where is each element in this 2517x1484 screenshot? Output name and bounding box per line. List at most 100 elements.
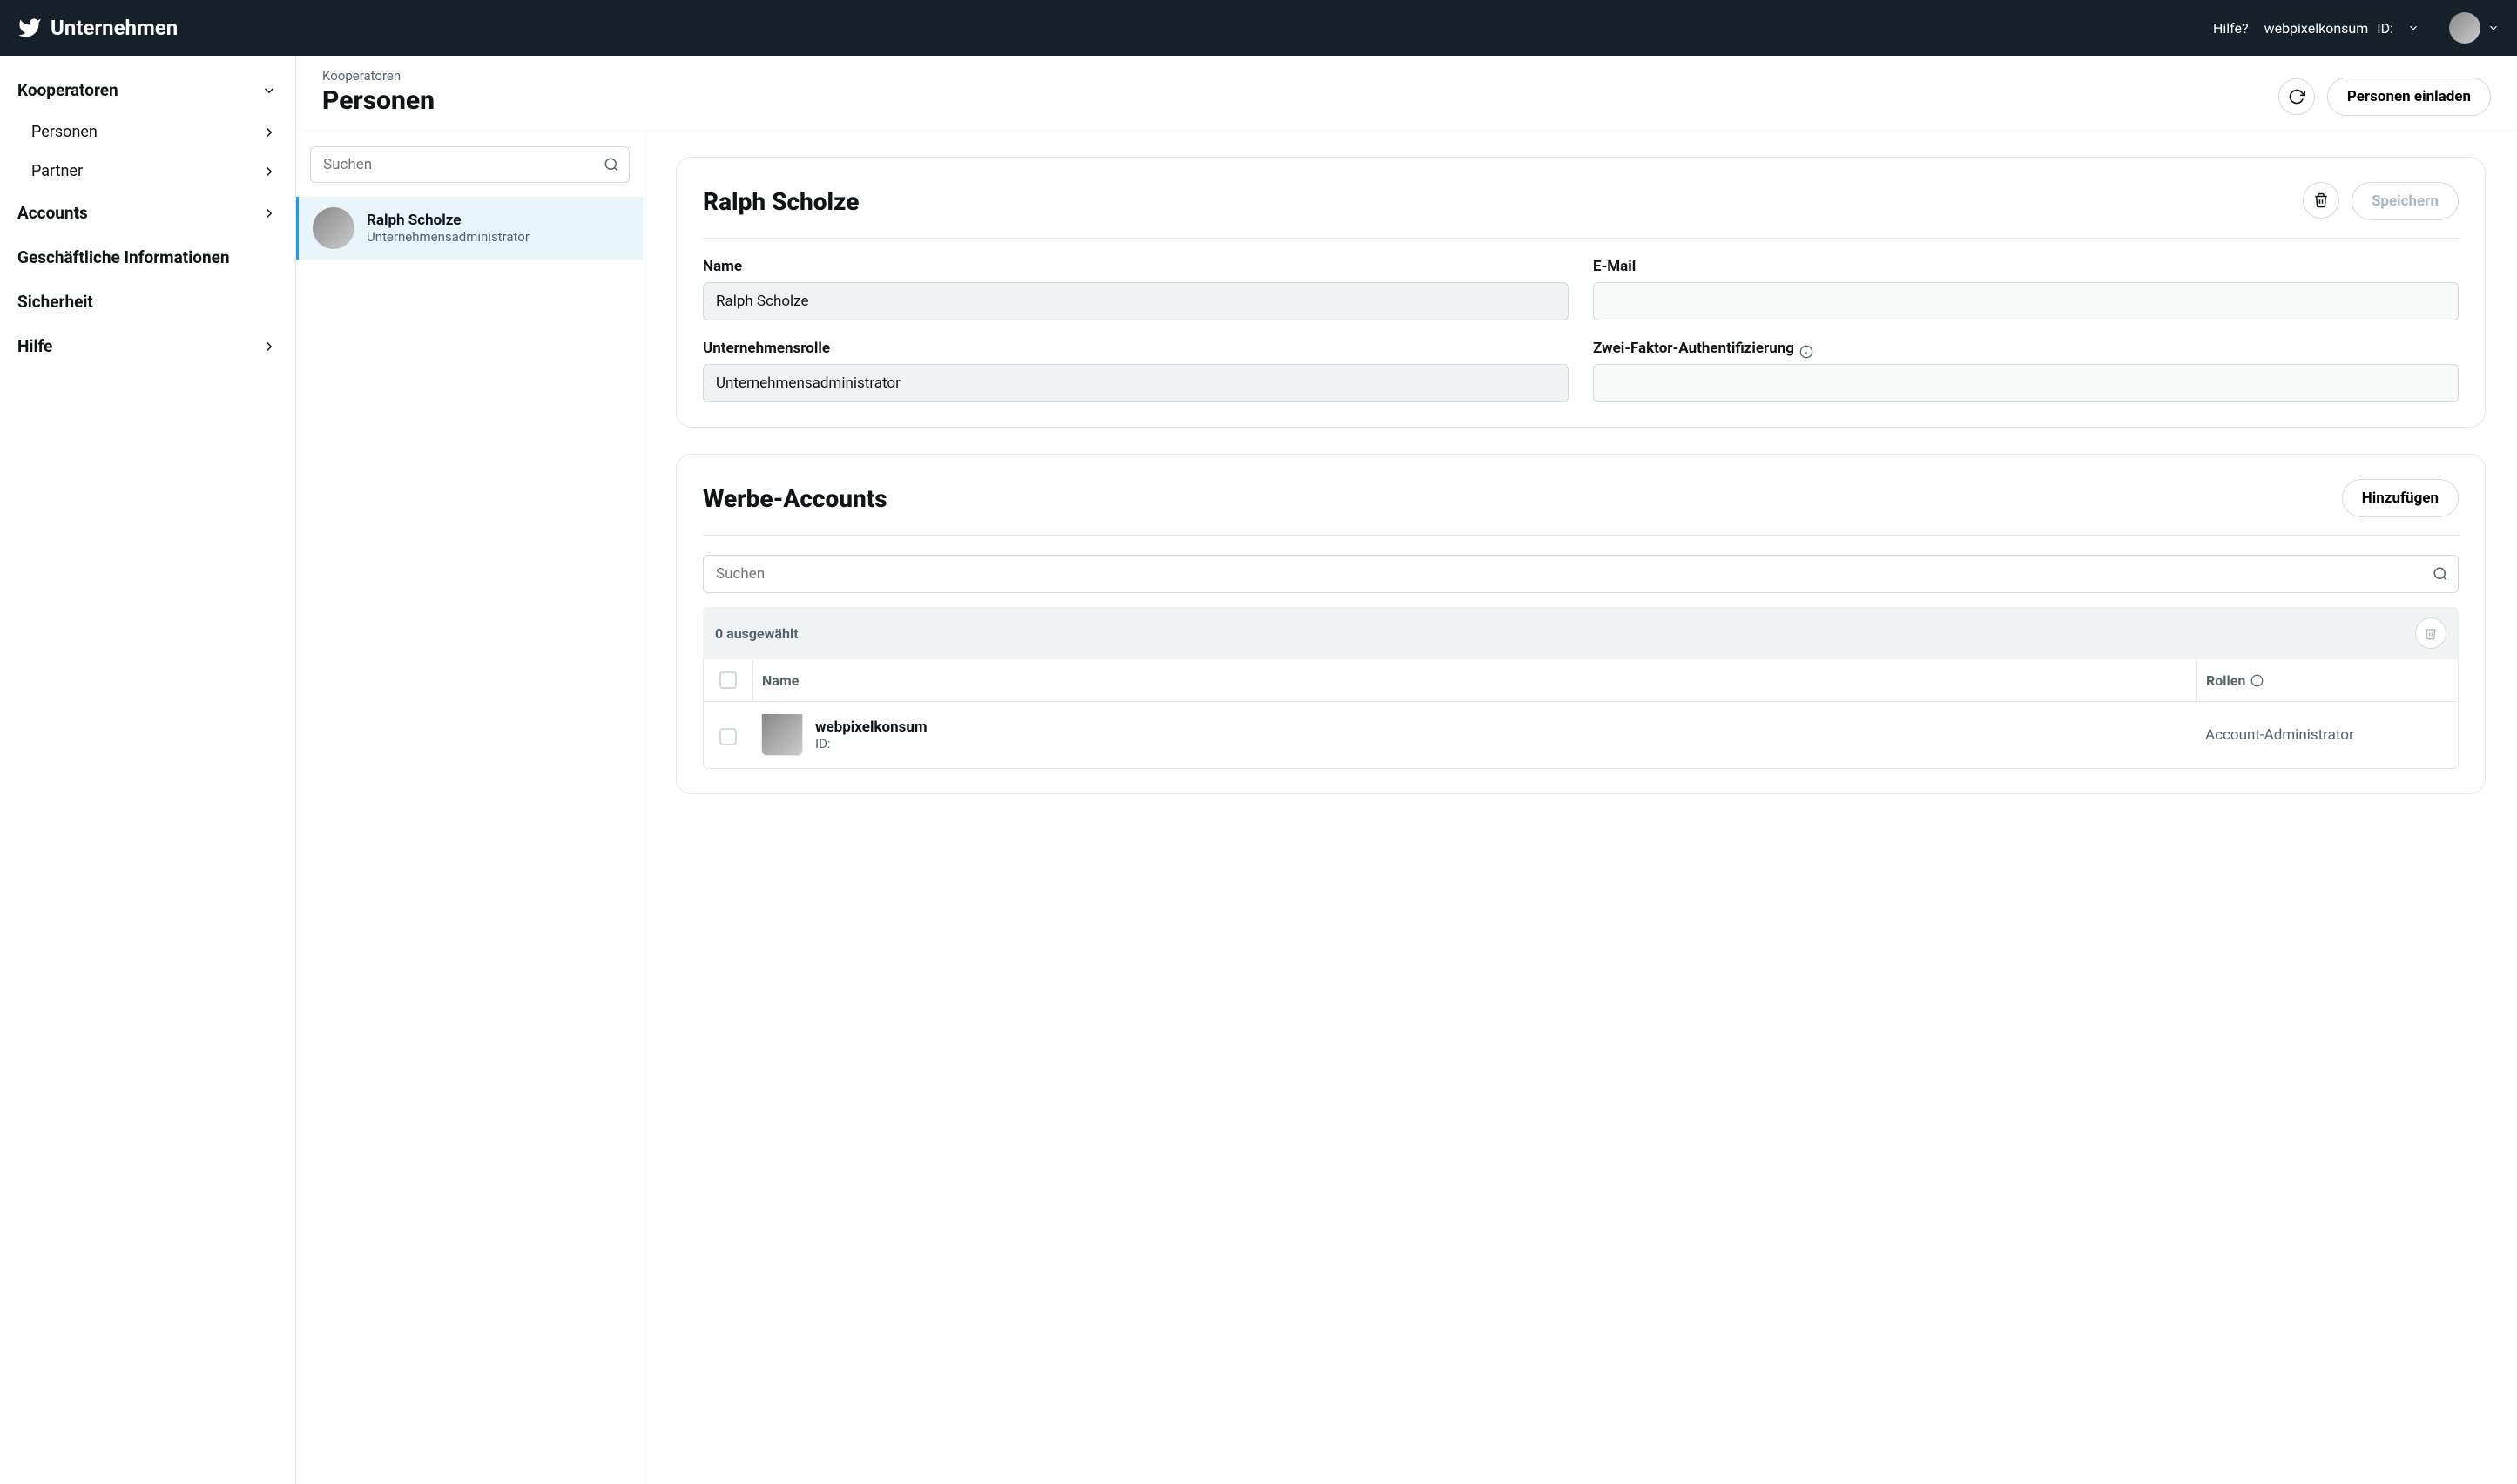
account-name: webpixelkonsum <box>2264 20 2369 37</box>
people-search-input[interactable] <box>310 146 630 183</box>
td-name: webpixelkonsum ID: <box>752 714 2196 756</box>
chevron-down-icon <box>2487 22 2500 34</box>
twofa-label: Zwei-Faktor-Authentifizierung <box>1593 340 1794 357</box>
account-name: webpixelkonsum <box>815 718 928 736</box>
search-icon <box>2433 566 2448 582</box>
page-header-titles: Kooperatoren Personen <box>322 68 435 116</box>
sidebar-item-label: Partner <box>31 162 83 180</box>
detail-column: Ralph Scholze Speichern Name <box>644 132 2517 1484</box>
th-checkbox <box>704 659 752 701</box>
people-search-wrap <box>296 132 644 197</box>
help-link[interactable]: Hilfe? <box>2213 20 2249 37</box>
email-label: E-Mail <box>1593 258 2459 275</box>
info-icon[interactable] <box>1799 345 1813 359</box>
brand-title: Unternehmen <box>51 16 178 40</box>
avatar <box>313 207 354 249</box>
card-actions: Hinzufügen <box>2342 479 2459 517</box>
sidebar-item-label: Kooperatoren <box>17 80 118 100</box>
field-twofa: Zwei-Faktor-Authentifizierung <box>1593 340 2459 402</box>
card-actions: Speichern <box>2303 182 2459 220</box>
detail-title: Ralph Scholze <box>703 187 859 216</box>
sidebar-subitem-partner[interactable]: Partner <box>0 152 295 191</box>
sidebar-item-label: Geschäftliche Informationen <box>17 247 230 267</box>
search-icon <box>604 157 619 172</box>
trash-icon <box>2424 626 2438 640</box>
sidebar-item-label: Hilfe <box>17 336 52 356</box>
accounts-table: Name Rollen <box>703 659 2459 769</box>
header-right: Hilfe? webpixelkonsum ID: <box>2213 12 2500 44</box>
delete-person-button[interactable] <box>2303 182 2339 219</box>
name-input[interactable] <box>703 282 1569 320</box>
delete-selected-button[interactable] <box>2415 617 2446 649</box>
trash-icon <box>2313 192 2329 208</box>
sidebar-item-accounts[interactable]: Accounts <box>0 191 295 235</box>
th-roles-label: Rollen <box>2206 672 2245 689</box>
ad-accounts-card: Werbe-Accounts Hinzufügen 0 ausgewählt <box>676 454 2486 794</box>
save-button[interactable]: Speichern <box>2352 182 2459 220</box>
ad-accounts-title: Werbe-Accounts <box>703 484 887 513</box>
table-header: Name Rollen <box>704 659 2458 702</box>
card-header: Werbe-Accounts Hinzufügen <box>703 479 2459 536</box>
sidebar-item-help[interactable]: Hilfe <box>0 324 295 368</box>
page-header: Kooperatoren Personen Personen einladen <box>296 56 2517 132</box>
sidebar-item-label: Personen <box>31 123 98 141</box>
role-label: Unternehmensrolle <box>703 340 1569 357</box>
invite-people-button[interactable]: Personen einladen <box>2327 78 2491 116</box>
avatar <box>2449 12 2480 44</box>
field-role: Unternehmensrolle <box>703 340 1569 402</box>
refresh-button[interactable] <box>2278 78 2315 115</box>
account-info: webpixelkonsum ID: <box>815 718 928 752</box>
th-roles: Rollen <box>2196 660 2458 701</box>
select-all-checkbox[interactable] <box>719 671 737 689</box>
selected-count: 0 ausgewählt <box>715 625 799 642</box>
td-roles: Account-Administrator <box>2196 726 2458 744</box>
sidebar-item-business-info[interactable]: Geschäftliche Informationen <box>0 235 295 280</box>
people-list-column: Ralph Scholze Unternehmensadministrator <box>296 132 644 1484</box>
account-id-label: ID: <box>2377 20 2393 37</box>
page-title: Personen <box>322 85 435 116</box>
sidebar-item-kooperatoren[interactable]: Kooperatoren <box>0 68 295 112</box>
chevron-down-icon <box>260 82 278 99</box>
field-email: E-Mail <box>1593 258 2459 320</box>
sidebar-item-label: Sicherheit <box>17 292 93 312</box>
layout: Kooperatoren Personen Partner Accounts G… <box>0 56 2517 1484</box>
accounts-search-wrap <box>703 555 2459 593</box>
person-info: Ralph Scholze Unternehmensadministrator <box>367 212 530 245</box>
chevron-down-icon <box>2407 22 2419 34</box>
row-checkbox[interactable] <box>719 728 737 745</box>
role-input[interactable] <box>703 364 1569 402</box>
person-name: Ralph Scholze <box>367 212 530 229</box>
twofa-input[interactable] <box>1593 364 2459 402</box>
breadcrumb: Kooperatoren <box>322 68 435 84</box>
email-input[interactable] <box>1593 282 2459 320</box>
person-detail-card: Ralph Scholze Speichern Name <box>676 157 2486 428</box>
twitter-logo-icon <box>17 16 42 40</box>
avatar <box>761 714 803 756</box>
card-header: Ralph Scholze Speichern <box>703 182 2459 239</box>
chevron-right-icon <box>260 205 278 222</box>
sidebar-item-label: Accounts <box>17 203 88 223</box>
brand-area: Unternehmen <box>17 16 178 40</box>
user-menu[interactable] <box>2449 12 2500 44</box>
add-account-button[interactable]: Hinzufügen <box>2342 479 2459 517</box>
refresh-icon <box>2288 88 2305 105</box>
info-icon[interactable] <box>2250 674 2264 687</box>
chevron-right-icon <box>260 163 278 180</box>
account-selector[interactable]: webpixelkonsum ID: <box>2264 20 2419 37</box>
sidebar-subitem-personen[interactable]: Personen <box>0 112 295 152</box>
sidebar-item-security[interactable]: Sicherheit <box>0 280 295 324</box>
form-grid: Name E-Mail Unternehmensrolle <box>703 258 2459 402</box>
person-role: Unternehmensadministrator <box>367 229 530 245</box>
app-header: Unternehmen Hilfe? webpixelkonsum ID: <box>0 0 2517 56</box>
chevron-right-icon <box>260 338 278 355</box>
selection-bar: 0 ausgewählt <box>703 607 2459 659</box>
content: Ralph Scholze Unternehmensadministrator … <box>296 132 2517 1484</box>
th-name: Name <box>752 660 2196 701</box>
accounts-search-input[interactable] <box>703 555 2459 593</box>
field-name: Name <box>703 258 1569 320</box>
main-area: Kooperatoren Personen Personen einladen <box>296 56 2517 1484</box>
table-row[interactable]: webpixelkonsum ID: Account-Administrator <box>704 702 2458 768</box>
chevron-right-icon <box>260 124 278 141</box>
sidebar: Kooperatoren Personen Partner Accounts G… <box>0 56 296 1484</box>
person-list-item[interactable]: Ralph Scholze Unternehmensadministrator <box>296 197 644 260</box>
